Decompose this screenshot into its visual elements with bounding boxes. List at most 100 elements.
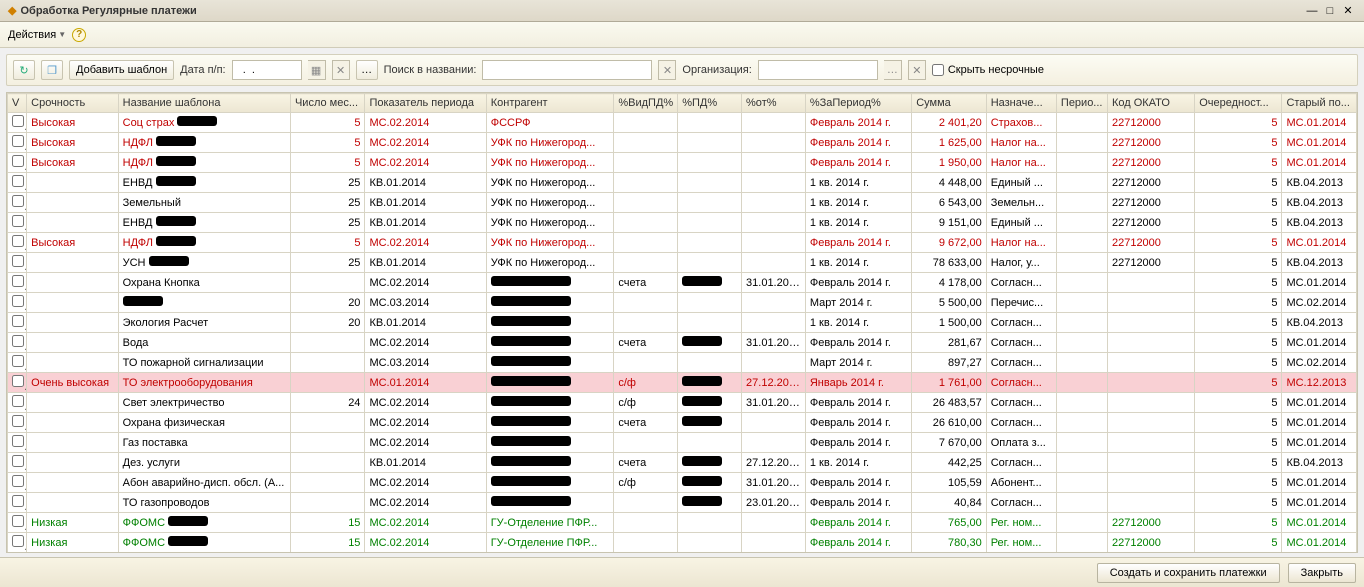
- actions-menu[interactable]: Действия ▼: [8, 29, 66, 41]
- row-checkbox[interactable]: [12, 295, 24, 307]
- table-row[interactable]: НизкаяФФОМС 15МС.02.2014ГУ-Отделение ПФР…: [8, 533, 1357, 553]
- row-checkbox[interactable]: [12, 115, 24, 127]
- column-header-order[interactable]: Очередност...: [1195, 94, 1282, 113]
- table-row[interactable]: ВысокаяСоц страх 5МС.02.2014ФССРФФевраль…: [8, 113, 1357, 133]
- column-header-urgency[interactable]: Срочность: [27, 94, 118, 113]
- row-checkbox[interactable]: [12, 195, 24, 207]
- table-row[interactable]: Охрана КнопкаМС.02.2014счета31.01.2014Фе…: [8, 273, 1357, 293]
- table-row[interactable]: Охрана физическаяМС.02.2014счетаФевраль …: [8, 413, 1357, 433]
- cell-urgency: [27, 293, 118, 313]
- date-choose-button[interactable]: …: [356, 60, 378, 80]
- row-checkbox[interactable]: [12, 215, 24, 227]
- column-header-perio[interactable]: Перио...: [1056, 94, 1107, 113]
- cell-old: МС.01.2014: [1282, 273, 1357, 293]
- row-checkbox[interactable]: [12, 235, 24, 247]
- cell-sum: 5 500,00: [912, 293, 986, 313]
- refresh-button[interactable]: ↻: [13, 60, 35, 80]
- row-checkbox[interactable]: [12, 355, 24, 367]
- column-header-months[interactable]: Число мес...: [290, 94, 364, 113]
- close-button[interactable]: Закрыть: [1288, 563, 1356, 583]
- table-row[interactable]: ВысокаяНДФЛ 5МС.02.2014УФК по Нижегород.…: [8, 153, 1357, 173]
- column-header-period_ind[interactable]: Показатель периода: [365, 94, 486, 113]
- maximize-button[interactable]: □: [1322, 4, 1338, 18]
- cell-old: МС.01.2014: [1282, 493, 1357, 513]
- row-checkbox[interactable]: [12, 455, 24, 467]
- cell-vidpd: [614, 213, 678, 233]
- search-input[interactable]: [482, 60, 652, 80]
- cell-sum: 105,59: [912, 473, 986, 493]
- close-window-button[interactable]: ✕: [1340, 4, 1356, 18]
- column-header-v[interactable]: V: [8, 94, 27, 113]
- row-checkbox[interactable]: [12, 415, 24, 427]
- row-checkbox[interactable]: [12, 335, 24, 347]
- copy-button[interactable]: ❐: [41, 60, 63, 80]
- hide-nonurgent-input[interactable]: [932, 64, 944, 76]
- cell-naz: Согласн...: [986, 353, 1056, 373]
- help-icon[interactable]: ?: [72, 28, 86, 42]
- row-checkbox[interactable]: [12, 495, 24, 507]
- table-row[interactable]: ЕНВД 25КВ.01.2014УФК по Нижегород...1 кв…: [8, 213, 1357, 233]
- org-choose-button[interactable]: …: [884, 60, 902, 80]
- row-checkbox[interactable]: [12, 275, 24, 287]
- table-row[interactable]: Очень высокаяТО электрооборудованияМС.01…: [8, 373, 1357, 393]
- table-row[interactable]: Экология Расчет20КВ.01.20141 кв. 2014 г.…: [8, 313, 1357, 333]
- table-row[interactable]: ВысокаяНДФЛ 5МС.02.2014УФК по Нижегород.…: [8, 133, 1357, 153]
- row-checkbox[interactable]: [12, 255, 24, 267]
- cell-contragent: [486, 433, 614, 453]
- row-checkbox[interactable]: [12, 155, 24, 167]
- column-header-template[interactable]: Название шаблона: [118, 94, 290, 113]
- cell-sum: 26 610,00: [912, 413, 986, 433]
- table-row[interactable]: ВысокаяНДФЛ 5МС.02.2014УФК по Нижегород.…: [8, 233, 1357, 253]
- table-row[interactable]: 20МС.03.2014Март 2014 г.5 500,00Перечис.…: [8, 293, 1357, 313]
- column-header-ot[interactable]: %от%: [742, 94, 806, 113]
- minimize-button[interactable]: —: [1304, 4, 1320, 18]
- org-input[interactable]: [758, 60, 878, 80]
- date-picker-button[interactable]: ▦: [308, 60, 326, 80]
- row-checkbox[interactable]: [12, 435, 24, 447]
- cell-naz: Земельн...: [986, 193, 1056, 213]
- table-row[interactable]: ВодаМС.02.2014счета31.01.2014Февраль 201…: [8, 333, 1357, 353]
- row-checkbox[interactable]: [12, 175, 24, 187]
- table-row[interactable]: Дез. услугиКВ.01.2014счета27.12.20131 кв…: [8, 453, 1357, 473]
- cell-sum: 40,84: [912, 493, 986, 513]
- table-row[interactable]: Абон аварийно-дисп. обсл. (А...МС.02.201…: [8, 473, 1357, 493]
- cell-order: 5: [1195, 113, 1282, 133]
- date-clear-button[interactable]: ✕: [332, 60, 350, 80]
- column-header-old[interactable]: Старый по...: [1282, 94, 1357, 113]
- row-checkbox[interactable]: [12, 475, 24, 487]
- column-header-vidpd[interactable]: %ВидПД%: [614, 94, 678, 113]
- cell-contragent: УФК по Нижегород...: [486, 133, 614, 153]
- cell-naz: Налог на...: [986, 153, 1056, 173]
- date-input[interactable]: [232, 60, 302, 80]
- cell-old: КВ.04.2013: [1282, 173, 1357, 193]
- table-row[interactable]: ЕНВД 25КВ.01.2014УФК по Нижегород...1 кв…: [8, 173, 1357, 193]
- table-row[interactable]: Газ поставкаМС.02.2014Февраль 2014 г.7 6…: [8, 433, 1357, 453]
- table-row[interactable]: УСН 25КВ.01.2014УФК по Нижегород...1 кв.…: [8, 253, 1357, 273]
- column-header-contragent[interactable]: Контрагент: [486, 94, 614, 113]
- row-checkbox[interactable]: [12, 535, 24, 547]
- table-row[interactable]: ТО газопроводовМС.02.201423.01.2014Февра…: [8, 493, 1357, 513]
- cell-perio: [1056, 393, 1107, 413]
- table-row[interactable]: НизкаяФФОМС 15МС.02.2014ГУ-Отделение ПФР…: [8, 513, 1357, 533]
- row-checkbox[interactable]: [12, 135, 24, 147]
- column-header-sum[interactable]: Сумма: [912, 94, 986, 113]
- create-save-button[interactable]: Создать и сохранить платежки: [1097, 563, 1280, 583]
- table-row[interactable]: ТО пожарной сигнализацииМС.03.2014Март 2…: [8, 353, 1357, 373]
- cell-urgency: Высокая: [27, 133, 118, 153]
- table-row[interactable]: Свет электричество24МС.02.2014с/ф31.01.2…: [8, 393, 1357, 413]
- row-checkbox[interactable]: [12, 395, 24, 407]
- add-template-button[interactable]: Добавить шаблон: [69, 60, 174, 80]
- column-header-okato[interactable]: Код ОКАТО: [1107, 94, 1194, 113]
- row-checkbox[interactable]: [12, 315, 24, 327]
- column-header-zaperiod[interactable]: %ЗаПериод%: [805, 94, 911, 113]
- row-checkbox[interactable]: [12, 375, 24, 387]
- column-header-pd[interactable]: %ПД%: [678, 94, 742, 113]
- table-row[interactable]: Земельный25КВ.01.2014УФК по Нижегород...…: [8, 193, 1357, 213]
- hide-nonurgent-checkbox[interactable]: Скрыть несрочные: [932, 64, 1044, 76]
- cell-zaperiod: 1 кв. 2014 г.: [805, 253, 911, 273]
- row-checkbox[interactable]: [12, 515, 24, 527]
- column-header-naz[interactable]: Назначе...: [986, 94, 1056, 113]
- org-clear-button[interactable]: ✕: [908, 60, 926, 80]
- search-clear-button[interactable]: ✕: [658, 60, 676, 80]
- grid-scroll[interactable]: VСрочностьНазвание шаблонаЧисло мес...По…: [7, 93, 1357, 552]
